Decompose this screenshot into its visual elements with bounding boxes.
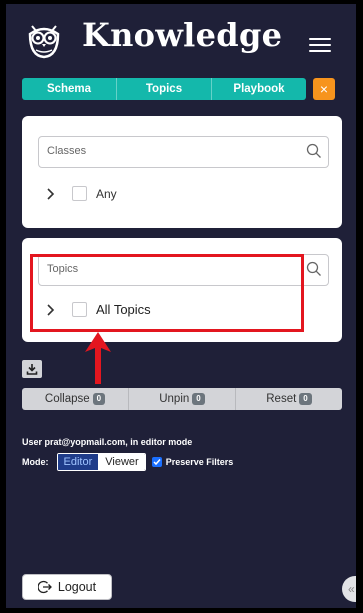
- any-checkbox[interactable]: [72, 186, 87, 201]
- brand-title: Knowledge: [82, 16, 283, 54]
- search-icon[interactable]: [306, 261, 322, 277]
- mode-row: Mode: Editor Viewer Preserve Filters: [22, 453, 233, 471]
- reset-count-badge: 0: [299, 393, 312, 405]
- mode-editor-button[interactable]: Editor: [57, 454, 100, 470]
- graph-actions-bar: Collapse 0 Unpin 0 Reset 0: [22, 388, 342, 410]
- tab-topics[interactable]: Topics: [117, 78, 212, 100]
- search-icon[interactable]: [306, 143, 322, 159]
- unpin-label: Unpin: [159, 393, 190, 405]
- user-status-text: User prat@yopmail.com, in editor mode: [22, 437, 193, 447]
- annotation-arrow-icon: [85, 332, 111, 384]
- preserve-filters-label: Preserve Filters: [165, 457, 234, 467]
- topics-search-box: [38, 254, 329, 286]
- collapse-button[interactable]: Collapse 0: [22, 388, 129, 410]
- tree-item-label: Any: [96, 186, 117, 201]
- classes-search-box: [38, 136, 329, 168]
- chevron-right-icon[interactable]: [44, 187, 58, 201]
- reset-label: Reset: [266, 393, 297, 405]
- unpin-button[interactable]: Unpin 0: [129, 388, 236, 410]
- checkmark-icon: [153, 459, 161, 466]
- close-button[interactable]: ×: [313, 78, 335, 100]
- tree-item-label: All Topics: [96, 302, 151, 317]
- logout-label: Logout: [57, 580, 97, 594]
- owl-logo-icon: [28, 25, 60, 59]
- classes-search-input[interactable]: [47, 137, 297, 165]
- mode-label: Mode:: [22, 457, 49, 467]
- collapse-count-badge: 0: [92, 393, 106, 405]
- tab-schema[interactable]: Schema: [22, 78, 117, 100]
- reset-button[interactable]: Reset 0: [236, 388, 342, 410]
- classes-tree-item: Any: [44, 186, 117, 201]
- view-tabs: Schema Topics Playbook: [22, 78, 306, 100]
- topics-search-input[interactable]: [47, 255, 297, 283]
- header: Knowledge: [6, 4, 356, 76]
- logout-button[interactable]: Logout: [22, 574, 112, 600]
- tab-playbook[interactable]: Playbook: [212, 78, 306, 100]
- logout-icon: [37, 580, 52, 594]
- classes-card: Any: [22, 116, 342, 228]
- unpin-count-badge: 0: [192, 393, 205, 405]
- hamburger-menu-icon[interactable]: [309, 38, 331, 54]
- knowledge-panel: Knowledge Schema Topics Playbook × Any: [6, 4, 356, 608]
- topics-card: All Topics: [22, 238, 342, 342]
- preserve-filters-checkbox[interactable]: [151, 457, 162, 467]
- preserve-filters-option: Preserve Filters: [151, 457, 234, 467]
- sidebar-collapse-button[interactable]: «: [342, 576, 356, 602]
- download-icon: [26, 364, 38, 375]
- all-topics-checkbox[interactable]: [72, 302, 87, 317]
- topics-tree-item: All Topics: [44, 302, 151, 317]
- chevron-right-icon[interactable]: [44, 303, 58, 317]
- download-button[interactable]: [22, 360, 42, 378]
- mode-toggle: Editor Viewer: [56, 453, 146, 471]
- mode-viewer-button[interactable]: Viewer: [99, 454, 145, 470]
- collapse-label: Collapse: [44, 393, 90, 405]
